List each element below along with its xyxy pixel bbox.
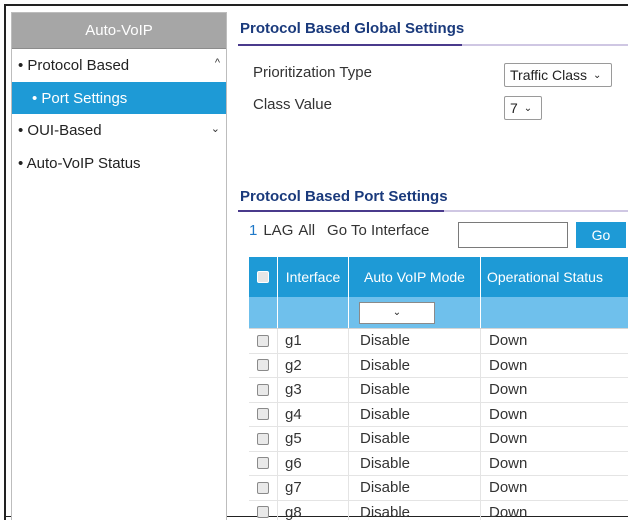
sidebar: Auto-VoIP • Protocol Based ^ • Port Sett… xyxy=(11,12,227,520)
nav-all-link[interactable]: All xyxy=(298,222,315,239)
table-row[interactable]: g3 Disable Down xyxy=(249,378,628,403)
row-select-cell xyxy=(249,353,278,377)
interface-cell: g3 xyxy=(278,378,349,402)
auto-voip-mode-cell: Disable xyxy=(349,451,481,475)
go-button[interactable]: Go xyxy=(576,222,626,248)
global-settings-title: Protocol Based Global Settings xyxy=(240,20,465,37)
select-all-cell xyxy=(249,257,278,297)
interface-cell: g7 xyxy=(278,476,349,500)
port-settings-table: Interface Auto VoIP Mode Operational Sta… xyxy=(249,257,628,520)
interface-cell: g2 xyxy=(278,353,349,377)
row-checkbox[interactable] xyxy=(257,481,269,494)
operational-status-cell: Down xyxy=(489,405,528,423)
table-row[interactable]: g4 Disable Down xyxy=(249,402,628,427)
row-select-cell xyxy=(249,500,278,520)
nav-lag-link[interactable]: LAG xyxy=(263,222,293,239)
auto-voip-mode-cell: Disable xyxy=(349,476,481,500)
interface-cell: g6 xyxy=(278,451,349,475)
table-body: g1 Disable Down g2 Disable Down g3 Disable Down g… xyxy=(249,329,628,520)
table-row[interactable]: g1 Disable Down xyxy=(249,329,628,354)
sidebar-header: Auto-VoIP xyxy=(12,13,226,49)
table-row[interactable]: g8 Disable Down xyxy=(249,500,628,520)
operational-status-cell: Down xyxy=(489,356,528,374)
row-select-cell xyxy=(249,329,278,353)
sidebar-item-protocol-based[interactable]: • Protocol Based ^ xyxy=(12,49,226,82)
row-checkbox[interactable] xyxy=(257,383,269,396)
auto-voip-mode-cell: Disable xyxy=(349,378,481,402)
nav-port-1-link[interactable]: 1 xyxy=(249,222,257,239)
class-value-select[interactable]: 7 ⌄ xyxy=(504,96,542,120)
header-auto-voip-mode[interactable]: Auto VoIP Mode xyxy=(349,257,481,297)
chevron-down-icon: ⌄ xyxy=(210,123,220,135)
operational-status-cell: Down xyxy=(489,454,528,472)
prioritization-type-select[interactable]: Traffic Class ⌄ xyxy=(504,63,612,87)
row-checkbox[interactable] xyxy=(257,432,269,445)
sidebar-item-auto-voip-status[interactable]: • Auto-VoIP Status xyxy=(12,147,226,180)
sidebar-item-label: • Protocol Based xyxy=(18,57,130,74)
table-row[interactable]: g2 Disable Down xyxy=(249,353,628,378)
header-interface[interactable]: Interface xyxy=(278,257,349,297)
table-row[interactable]: g6 Disable Down xyxy=(249,451,628,476)
global-settings-divider xyxy=(238,44,628,48)
prioritization-type-value: Traffic Class xyxy=(510,67,588,83)
auto-voip-mode-cell: Disable xyxy=(349,427,481,451)
auto-voip-mode-cell: Disable xyxy=(349,353,481,377)
operational-status-cell: Down xyxy=(489,332,528,350)
row-select-cell xyxy=(249,402,278,426)
operational-status-cell: Down xyxy=(489,479,528,497)
prioritization-type-label: Prioritization Type xyxy=(253,64,372,81)
chevron-down-icon: ⌄ xyxy=(523,102,533,114)
interface-nav-bar: 1 LAG All Go To Interface xyxy=(249,222,441,239)
auto-voip-mode-select[interactable]: ⌄ xyxy=(359,301,435,324)
row-select-cell xyxy=(249,476,278,500)
sidebar-item-label: • Port Settings xyxy=(32,89,128,107)
row-select-cell xyxy=(249,427,278,451)
row-checkbox[interactable] xyxy=(257,359,269,372)
sidebar-item-label: • OUI-Based xyxy=(18,122,102,139)
class-value-value: 7 xyxy=(510,100,518,116)
port-settings-title: Protocol Based Port Settings xyxy=(240,188,448,205)
table-header: Interface Auto VoIP Mode Operational Sta… xyxy=(249,257,628,297)
header-operational-status[interactable]: Operational Status xyxy=(481,257,628,297)
auto-voip-mode-cell: Disable xyxy=(349,329,481,353)
row-checkbox[interactable] xyxy=(257,334,269,347)
chevron-down-icon: ⌄ xyxy=(392,307,402,318)
interface-cell: g8 xyxy=(278,500,349,520)
port-settings-divider xyxy=(238,210,628,214)
row-checkbox[interactable] xyxy=(257,506,269,519)
table-edit-row: ⌄ xyxy=(249,297,628,329)
select-all-checkbox[interactable] xyxy=(257,271,269,283)
operational-status-cell: Down xyxy=(489,503,528,520)
operational-status-cell: Down xyxy=(489,430,528,448)
row-select-cell xyxy=(249,378,278,402)
chevron-up-icon: ^ xyxy=(214,57,220,69)
table-row[interactable]: g7 Disable Down xyxy=(249,476,628,501)
sidebar-item-oui-based[interactable]: • OUI-Based ⌄ xyxy=(12,114,226,147)
go-to-interface-input[interactable] xyxy=(458,222,568,248)
row-select-cell xyxy=(249,451,278,475)
chevron-down-icon: ⌄ xyxy=(593,69,602,81)
auto-voip-mode-cell: Disable xyxy=(349,402,481,426)
go-to-interface-label: Go To Interface xyxy=(327,222,430,239)
operational-status-cell: Down xyxy=(489,381,528,399)
table-row[interactable]: g5 Disable Down xyxy=(249,427,628,452)
row-checkbox[interactable] xyxy=(257,408,269,421)
interface-cell: g1 xyxy=(278,329,349,353)
sidebar-item-port-settings[interactable]: • Port Settings xyxy=(12,82,226,114)
interface-cell: g5 xyxy=(278,427,349,451)
class-value-label: Class Value xyxy=(253,96,332,113)
sidebar-item-label: • Auto-VoIP Status xyxy=(18,155,141,172)
interface-cell: g4 xyxy=(278,402,349,426)
row-checkbox[interactable] xyxy=(257,457,269,470)
auto-voip-mode-cell: Disable xyxy=(349,500,481,520)
